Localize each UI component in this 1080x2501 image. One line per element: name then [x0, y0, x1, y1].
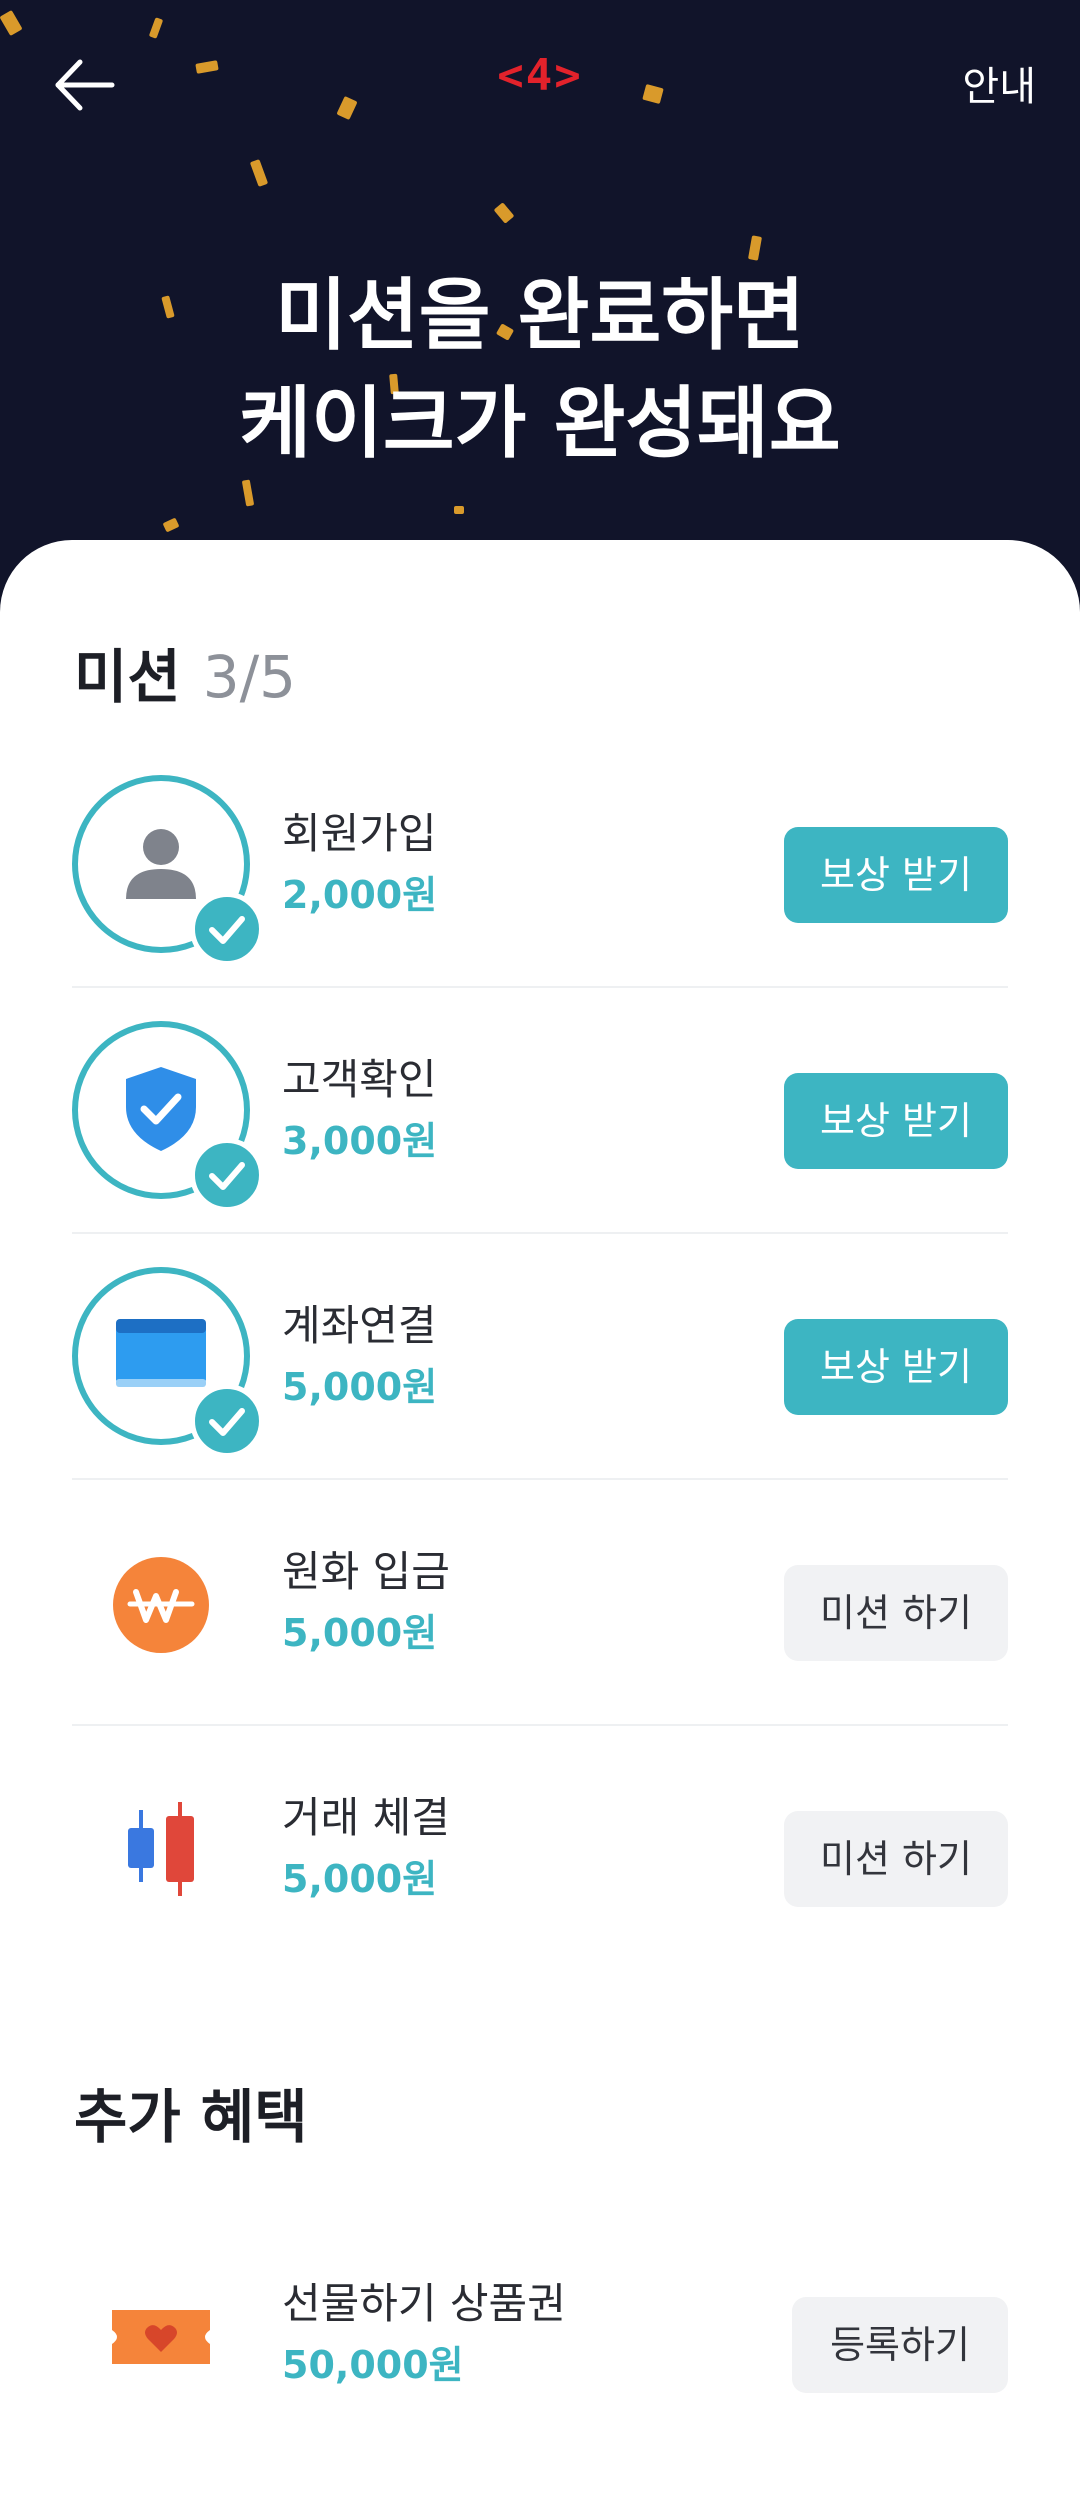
shield-check-icon [126, 1067, 196, 1151]
mission-title: 고객확인 [282, 1055, 437, 1104]
do-mission-button[interactable]: 미션 하기 [784, 1811, 1008, 1907]
missions-progress-count: 3/5 [202, 643, 297, 711]
mission-title: 원화 입금 [282, 1547, 450, 1596]
missions-title: 미션 [74, 643, 181, 711]
mission-row: 회원가입 2,000원 보상 받기 [72, 742, 1008, 988]
user-icon [126, 829, 196, 899]
do-mission-button[interactable]: 미션 하기 [784, 1565, 1008, 1661]
mission-reward: 5,000원 [282, 1611, 438, 1655]
completed-check-icon [190, 892, 264, 966]
missions-sheet: 미션 3/5 회원가입 2,000원 보상 받기 고객확인 3,000원 보상 … [0, 540, 1080, 2501]
bank-card-icon [116, 1319, 206, 1387]
mission-reward: 5,000원 [282, 1857, 438, 1901]
benefit-title: 선물하기 상품권 [282, 2279, 566, 2328]
mission-title: 거래 체결 [282, 1793, 450, 1842]
confetti-piece [0, 9, 23, 37]
confetti-piece [454, 506, 464, 514]
claim-reward-button[interactable]: 보상 받기 [784, 1073, 1008, 1169]
step-label: <4> [497, 50, 583, 101]
mission-row: 고객확인 3,000원 보상 받기 [72, 988, 1008, 1234]
confetti-piece [747, 235, 763, 261]
extra-section-title: 추가 혜택 [74, 2083, 308, 2151]
confetti-piece [241, 479, 255, 507]
mission-title: 회원가입 [282, 809, 437, 858]
gift-ticket-icon [112, 2310, 210, 2364]
guide-link[interactable]: 안내 [962, 54, 1036, 112]
hero-title: 미션을 완료하면 케이크가 완성돼요 [0, 262, 1080, 478]
mission-title: 계좌연결 [282, 1301, 437, 1350]
completed-check-icon [190, 1138, 264, 1212]
claim-reward-button[interactable]: 보상 받기 [784, 827, 1008, 923]
completed-check-icon [190, 1384, 264, 1458]
register-button[interactable]: 등록하기 [792, 2297, 1008, 2393]
candlestick-chart-icon [128, 1802, 194, 1896]
won-coin-icon [113, 1557, 209, 1653]
confetti-piece [148, 17, 164, 39]
extra-benefit-row: 선물하기 상품권 50,000원 등록하기 [72, 2212, 1008, 2458]
mission-row: 원화 입금 5,000원 미션 하기 [72, 1480, 1008, 1726]
mission-reward: 5,000원 [282, 1365, 438, 1409]
hero-title-line: 케이크가 완성돼요 [239, 379, 841, 469]
benefit-reward: 50,000원 [282, 2343, 464, 2387]
confetti-piece [162, 517, 180, 533]
confetti-piece [249, 159, 269, 187]
mission-row: 거래 체결 5,000원 미션 하기 [72, 1726, 1008, 1972]
mission-reward: 3,000원 [282, 1119, 438, 1163]
confetti-piece [493, 202, 515, 224]
mission-row: 계좌연결 5,000원 보상 받기 [72, 1234, 1008, 1480]
mission-reward: 2,000원 [282, 873, 438, 917]
missions-section-title: 미션 3/5 [74, 630, 296, 714]
claim-reward-button[interactable]: 보상 받기 [784, 1319, 1008, 1415]
hero-title-line: 미션을 완료하면 [275, 271, 805, 361]
